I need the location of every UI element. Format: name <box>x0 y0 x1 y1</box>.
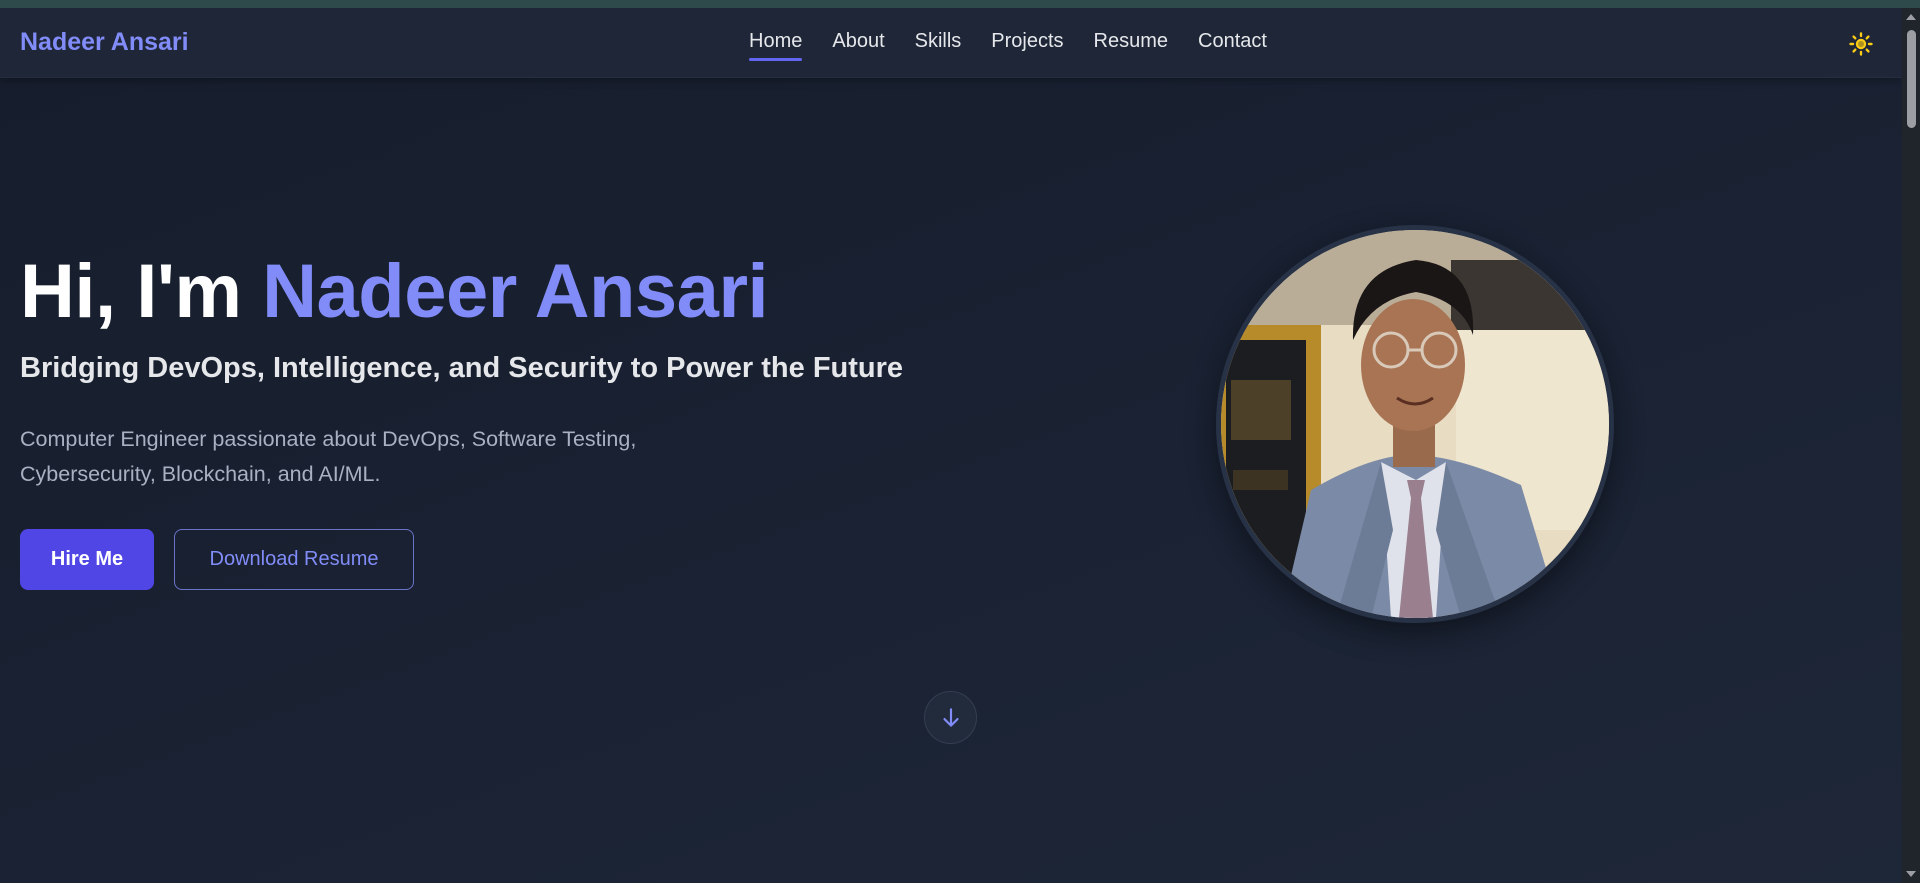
scroll-down-button[interactable] <box>924 691 977 744</box>
hero-greeting: Hi, I'm <box>20 249 242 334</box>
download-resume-button[interactable]: Download Resume <box>174 529 414 590</box>
theme-toggle-button[interactable] <box>1847 30 1875 58</box>
profile-photo <box>1216 225 1614 623</box>
hero-name: Nadeer Ansari <box>262 249 769 334</box>
nav-link-projects[interactable]: Projects <box>991 30 1063 59</box>
scroll-down-arrow-icon[interactable] <box>1906 871 1916 877</box>
scroll-up-arrow-icon[interactable] <box>1906 14 1916 20</box>
arrow-down-icon <box>942 707 959 727</box>
brand-logo[interactable]: Nadeer Ansari <box>20 28 189 57</box>
nav-link-skills[interactable]: Skills <box>915 30 962 59</box>
nav-links: Home About Skills Projects Resume Contac… <box>749 30 1267 61</box>
hire-me-button[interactable]: Hire Me <box>20 529 154 590</box>
vertical-scrollbar[interactable] <box>1902 8 1920 883</box>
navbar: Nadeer Ansari Home About Skills Projects… <box>0 8 1902 78</box>
nav-link-contact[interactable]: Contact <box>1198 30 1267 59</box>
nav-link-about[interactable]: About <box>832 30 884 59</box>
hero-title: Hi, I'm Nadeer Ansari <box>20 248 769 335</box>
window-top-strip <box>0 0 1920 8</box>
sun-icon <box>1849 32 1873 56</box>
page-viewport: Nadeer Ansari Home About Skills Projects… <box>0 8 1902 883</box>
nav-link-resume[interactable]: Resume <box>1094 30 1168 59</box>
scrollbar-thumb[interactable] <box>1907 30 1916 128</box>
hero-subtitle: Bridging DevOps, Intelligence, and Secur… <box>20 352 904 384</box>
nav-link-home[interactable]: Home <box>749 30 803 61</box>
hero-description: Computer Engineer passionate about DevOp… <box>20 427 637 486</box>
